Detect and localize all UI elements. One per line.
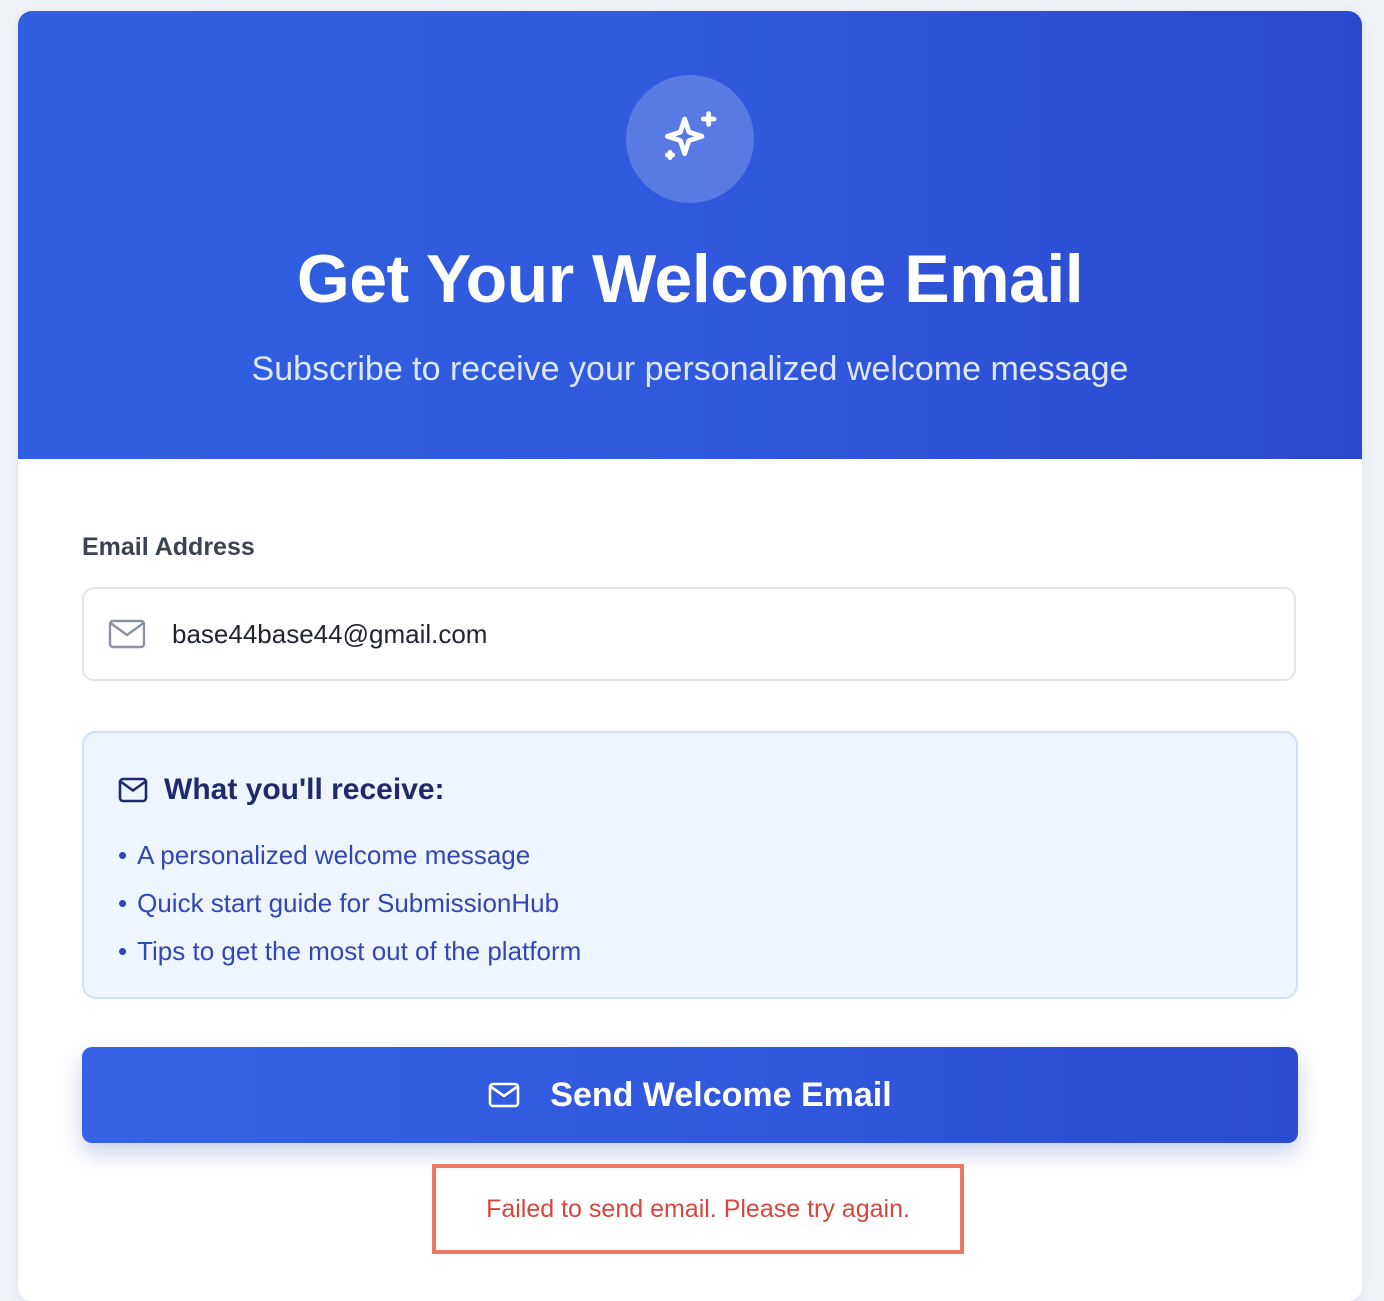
info-header: What you'll receive: [118,773,445,807]
list-item-text: A personalized welcome message [137,840,531,870]
hero-icon-badge [626,75,754,203]
benefits-list: • A personalized welcome message • Quick s… [118,831,581,975]
sparkles-icon [664,111,717,161]
bullet: • [118,840,128,870]
mail-icon [488,1082,520,1108]
send-welcome-email-button[interactable]: Send Welcome Email [82,1047,1298,1143]
bullet: • [118,936,128,966]
list-item: • Tips to get the most out of the platfor… [118,927,581,975]
mail-icon [108,619,146,649]
mail-icon [118,777,148,803]
list-item: • Quick start guide for SubmissionHub [118,879,581,927]
list-item-text: Tips to get the most out of the platform [137,936,582,966]
info-title: What you'll receive: [164,773,445,806]
email-input[interactable] [172,589,1272,679]
email-field[interactable] [82,587,1296,681]
welcome-email-card: Get Your Welcome Email Subscribe to rece… [18,11,1362,1301]
page-subtitle: Subscribe to receive your personalized w… [251,350,1129,388]
bullet: • [118,888,128,918]
list-item-text: Quick start guide for SubmissionHub [137,888,560,918]
send-button-label: Send Welcome Email [550,1075,892,1114]
error-message-box: Failed to send email. Please try again. [432,1164,964,1254]
info-box: What you'll receive: • A personalized wel… [82,731,1298,999]
error-message: Failed to send email. Please try again. [486,1194,910,1223]
email-field-label: Email Address [82,533,255,561]
hero-header: Get Your Welcome Email Subscribe to rece… [18,11,1362,459]
page-title: Get Your Welcome Email [296,241,1084,317]
list-item: • A personalized welcome message [118,831,581,879]
